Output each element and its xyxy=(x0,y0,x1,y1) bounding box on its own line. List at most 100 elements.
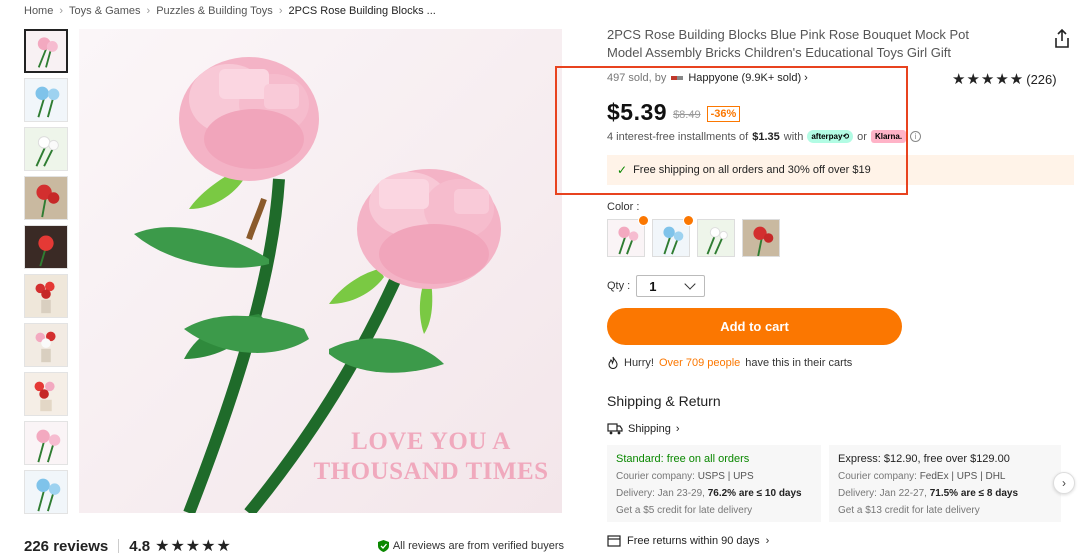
swatch-red-rose[interactable] xyxy=(742,219,780,257)
review-score: 4.8 xyxy=(129,537,151,555)
delivery-rate: 71.5% are ≤ 8 days xyxy=(929,488,1019,499)
flame-icon xyxy=(608,356,618,369)
standard-shipping-card: Standard: free on all orders Courier com… xyxy=(607,445,821,522)
afterpay-badge[interactable]: afterpay⟲ xyxy=(807,130,854,143)
image-caption: LOVE YOU A THOUSAND TIMES xyxy=(311,427,551,487)
hurry-prefix: Hurry! xyxy=(624,356,654,369)
thumbnail-mixed-vase[interactable] xyxy=(24,323,68,367)
free-shipping-banner: ✓ Free shipping on all orders and 30% of… xyxy=(607,155,1074,185)
color-label: Color : xyxy=(607,201,640,213)
hurry-note: Hurry! Over 709 people have this in thei… xyxy=(607,356,852,369)
breadcrumb: Home › Toys & Games › Puzzles & Building… xyxy=(24,5,436,17)
sold-count: 497 sold, by xyxy=(607,72,667,84)
breadcrumb-toys-games[interactable]: Toys & Games xyxy=(69,5,141,17)
sold-by-line: 497 sold, by Happyone (9.9K+ sold) › xyxy=(607,72,808,84)
installments-with: with xyxy=(783,130,804,143)
installments-line: 4 interest-free installments of $1.35 wi… xyxy=(607,130,922,143)
delivery-dates: Delivery: Jan 22-27, xyxy=(838,488,927,499)
divider xyxy=(118,539,120,553)
shipping-link-label: Shipping xyxy=(628,423,671,435)
chevron-right-icon: › xyxy=(675,423,680,435)
courier-list: USPS | UPS xyxy=(697,471,754,482)
late-credit: Get a $13 credit for late delivery xyxy=(838,505,980,516)
free-returns-label: Free returns within 90 days xyxy=(627,535,760,547)
express-shipping-card: Express: $12.90, free over $129.00 Couri… xyxy=(829,445,1061,522)
breadcrumb-separator: › xyxy=(146,5,151,17)
check-icon: ✓ xyxy=(617,163,628,177)
express-courier-line: Courier company: FedEx | UPS | DHL xyxy=(838,468,1052,485)
installments-or: or xyxy=(857,130,867,143)
express-delivery-line: Delivery: Jan 22-27, 71.5% are ≤ 8 days xyxy=(838,485,1052,502)
original-price: $8.49 xyxy=(673,108,701,121)
breadcrumb-separator: › xyxy=(59,5,64,17)
breadcrumb-home[interactable]: Home xyxy=(24,5,53,17)
thumbnail-bouquet[interactable] xyxy=(24,372,68,416)
chevron-right-icon: › xyxy=(804,72,808,84)
breadcrumb-puzzles[interactable]: Puzzles & Building Toys xyxy=(156,5,273,17)
share-icon[interactable] xyxy=(1051,28,1073,50)
rating-summary[interactable]: ★★★★★ (226) xyxy=(952,70,1057,88)
hot-badge-icon xyxy=(638,215,649,226)
rating-stars: ★★★★★ xyxy=(952,71,1025,88)
price-row: $5.39 $8.49 -36% xyxy=(607,99,741,126)
thumbnail-blue-rose[interactable] xyxy=(24,78,68,122)
standard-courier-line: Courier company: USPS | UPS xyxy=(616,468,812,485)
hot-badge-icon xyxy=(683,215,694,226)
returns-icon xyxy=(607,535,621,547)
store-flag-icon xyxy=(671,76,684,80)
store-link[interactable]: Happyone (9.9K+ sold) xyxy=(688,72,801,84)
standard-delivery-line: Delivery: Jan 23-29, 76.2% are ≤ 10 days xyxy=(616,485,812,502)
shipping-link[interactable]: Shipping › xyxy=(607,423,680,435)
courier-label: Courier company: xyxy=(838,471,917,482)
late-credit: Get a $5 credit for late delivery xyxy=(616,505,753,516)
shipping-return-title: Shipping & Return xyxy=(607,393,721,409)
thumbnail-pink-pair[interactable] xyxy=(24,421,68,465)
truck-icon xyxy=(607,423,623,435)
image-caption-line1: LOVE YOU A xyxy=(351,428,511,455)
thumbnail-red-rose[interactable] xyxy=(24,176,68,220)
thumbnail-blue-pair[interactable] xyxy=(24,470,68,514)
klarna-badge[interactable]: Klarna. xyxy=(870,130,907,143)
discount-badge: -36% xyxy=(706,106,741,122)
swatch-blue-rose[interactable] xyxy=(652,215,694,257)
verified-text: All reviews are from verified buyers xyxy=(392,540,564,552)
main-product-image[interactable]: LOVE YOU A THOUSAND TIMES xyxy=(79,29,562,513)
breadcrumb-separator: › xyxy=(278,5,283,17)
courier-list: FedEx | UPS | DHL xyxy=(919,471,1006,482)
review-count[interactable]: 226 reviews xyxy=(24,538,108,555)
reviews-summary: 226 reviews 4.8 ★★★★★ All reviews are fr… xyxy=(24,536,564,556)
hurry-suffix: have this in their carts xyxy=(745,356,853,369)
installment-amount: $1.35 xyxy=(752,130,780,143)
quantity-row: Qty : 1 xyxy=(607,275,706,297)
standard-shipping-head: Standard: free on all orders xyxy=(616,453,750,465)
swatch-white-rose[interactable] xyxy=(697,219,735,257)
shield-check-icon xyxy=(377,540,389,552)
thumbnail-list xyxy=(24,29,69,519)
scroll-right-button[interactable]: › xyxy=(1053,472,1075,494)
quantity-select[interactable]: 1 xyxy=(636,275,706,297)
thumbnail-pink-rose[interactable] xyxy=(24,29,68,73)
color-swatches xyxy=(607,215,780,257)
quantity-label: Qty : xyxy=(607,280,631,292)
express-shipping-head: Express: $12.90, free over $129.00 xyxy=(838,453,1010,465)
installments-text: 4 interest-free installments of xyxy=(607,130,749,143)
chevron-down-icon xyxy=(684,278,696,290)
thumbnail-white-rose[interactable] xyxy=(24,127,68,171)
delivery-dates: Delivery: Jan 23-29, xyxy=(616,488,705,499)
free-shipping-text: Free shipping on all orders and 30% off … xyxy=(633,164,871,176)
thumbnail-red-vase[interactable] xyxy=(24,274,68,318)
chevron-right-icon: › xyxy=(765,535,770,547)
courier-label: Courier company: xyxy=(616,471,695,482)
breadcrumb-current: 2PCS Rose Building Blocks ... xyxy=(288,5,436,17)
quantity-value: 1 xyxy=(649,278,657,294)
delivery-rate: 76.2% are ≤ 10 days xyxy=(707,488,802,499)
free-returns-link[interactable]: Free returns within 90 days › xyxy=(607,535,769,547)
add-to-cart-button[interactable]: Add to cart xyxy=(607,308,902,345)
info-icon[interactable]: i xyxy=(910,131,922,142)
image-caption-line2: THOUSAND TIMES xyxy=(313,458,549,485)
rating-count: (226) xyxy=(1026,71,1057,87)
thumbnail-red-rose-dark[interactable] xyxy=(24,225,68,269)
current-price: $5.39 xyxy=(607,99,668,125)
swatch-pink-rose[interactable] xyxy=(607,215,649,257)
product-title: 2PCS Rose Building Blocks Blue Pink Rose… xyxy=(607,27,970,60)
